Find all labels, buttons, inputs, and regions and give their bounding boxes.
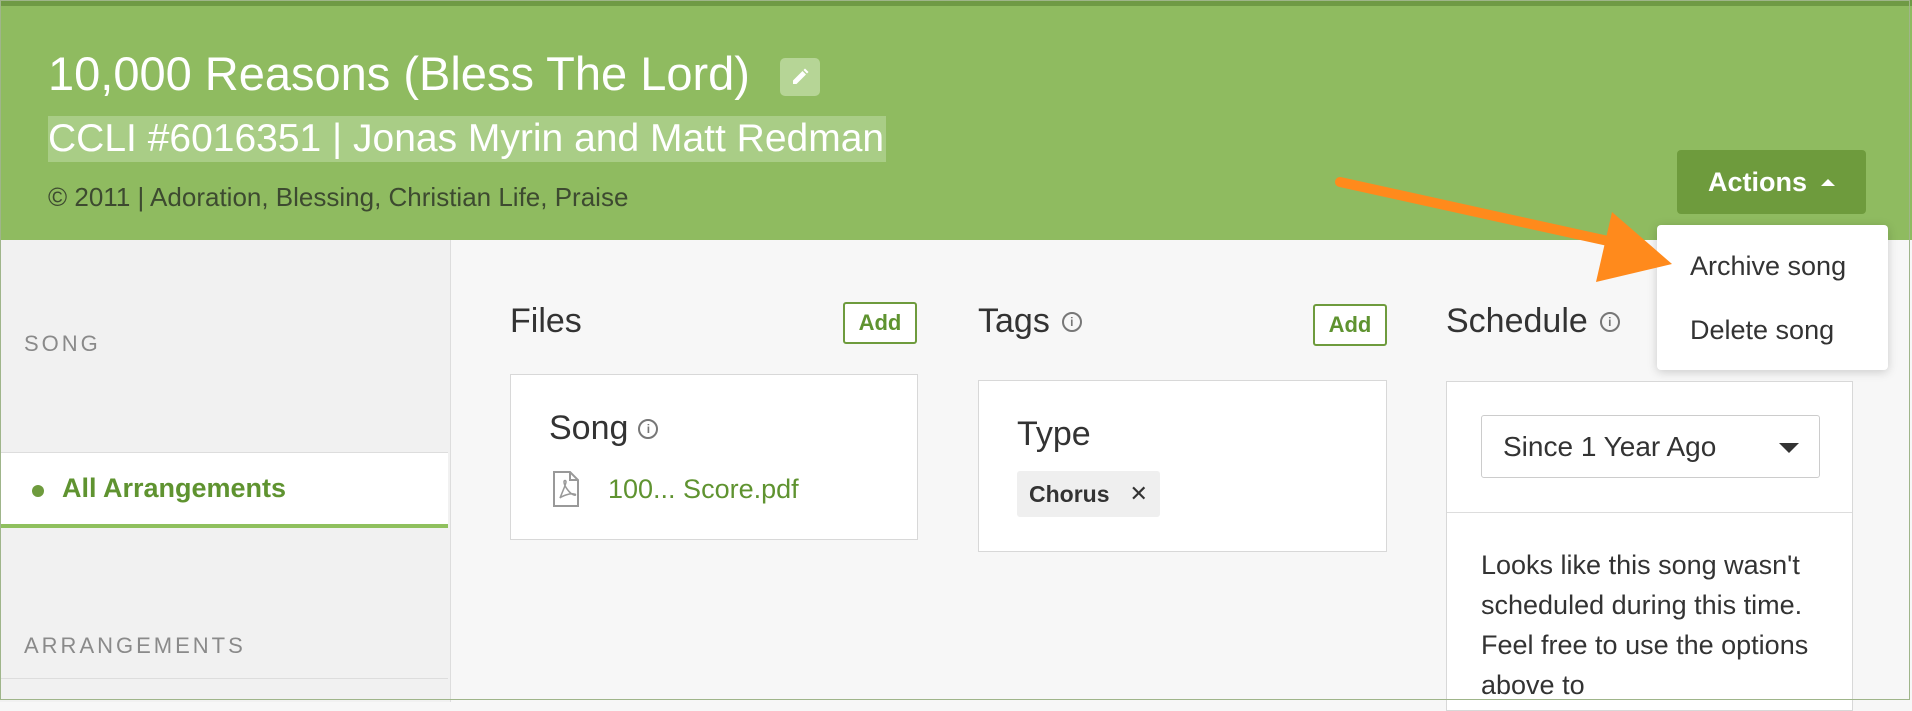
tags-card-title: Type bbox=[1017, 415, 1091, 453]
actions-dropdown-menu: Archive song Delete song bbox=[1657, 225, 1888, 370]
active-dot-icon bbox=[32, 485, 44, 497]
tag-chip: Chorus ✕ bbox=[1017, 471, 1160, 517]
files-title: Files bbox=[510, 302, 582, 340]
tag-chip-label: Chorus bbox=[1029, 480, 1110, 507]
info-icon[interactable]: i bbox=[1061, 311, 1082, 332]
schedule-empty-message: Looks like this song wasn't scheduled du… bbox=[1481, 550, 1809, 700]
add-tag-button[interactable]: Add bbox=[1313, 304, 1387, 346]
song-header: 10,000 Reasons (Bless The Lord) CCLI #60… bbox=[0, 6, 1912, 240]
files-section-title: Files bbox=[510, 302, 582, 341]
song-subtitle: CCLI #6016351 | Jonas Myrin and Matt Red… bbox=[48, 116, 887, 162]
song-meta: © 2011 | Adoration, Blessing, Christian … bbox=[48, 182, 629, 212]
schedule-title: Schedule bbox=[1446, 302, 1588, 340]
sidebar-divider bbox=[0, 678, 448, 679]
sidebar-item-all-arrangements[interactable]: All Arrangements bbox=[0, 452, 448, 528]
files-card: Song i 100... Score.pdf bbox=[510, 374, 918, 540]
remove-tag-icon[interactable]: ✕ bbox=[1130, 481, 1148, 507]
sidebar-item-label: All Arrangements bbox=[62, 473, 287, 503]
add-file-button[interactable]: Add bbox=[843, 302, 917, 344]
tags-card: Type Chorus ✕ bbox=[978, 380, 1387, 552]
schedule-range-value: Since 1 Year Ago bbox=[1503, 430, 1717, 462]
caret-up-icon bbox=[1821, 178, 1835, 186]
edit-title-button[interactable] bbox=[780, 58, 820, 96]
actions-button[interactable]: Actions bbox=[1677, 150, 1866, 214]
sidebar-heading-arrangements: ARRANGEMENTS bbox=[24, 633, 246, 658]
actions-label: Actions bbox=[1707, 166, 1807, 197]
files-card-header: Song i bbox=[549, 409, 659, 448]
menu-item-archive-song[interactable]: Archive song bbox=[1690, 251, 1846, 282]
file-link[interactable]: 100... Score.pdf bbox=[608, 474, 799, 505]
tags-title: Tags bbox=[978, 302, 1050, 340]
chevron-down-icon bbox=[1779, 443, 1799, 453]
sidebar-heading-song: SONG bbox=[24, 331, 101, 356]
info-icon[interactable]: i bbox=[1599, 311, 1620, 332]
tags-section-title: Tags i bbox=[978, 302, 1082, 341]
schedule-range-select[interactable]: Since 1 Year Ago bbox=[1481, 415, 1820, 478]
pdf-file-icon bbox=[553, 471, 579, 507]
schedule-section-title: Schedule i bbox=[1446, 302, 1620, 341]
sidebar: SONG All Arrangements ARRANGEMENTS bbox=[0, 240, 451, 702]
info-icon[interactable]: i bbox=[638, 418, 659, 439]
files-card-title: Song bbox=[549, 409, 629, 447]
schedule-divider bbox=[1447, 512, 1852, 513]
pencil-icon bbox=[793, 68, 809, 84]
song-title: 10,000 Reasons (Bless The Lord) bbox=[48, 47, 750, 100]
menu-item-delete-song[interactable]: Delete song bbox=[1690, 315, 1834, 346]
